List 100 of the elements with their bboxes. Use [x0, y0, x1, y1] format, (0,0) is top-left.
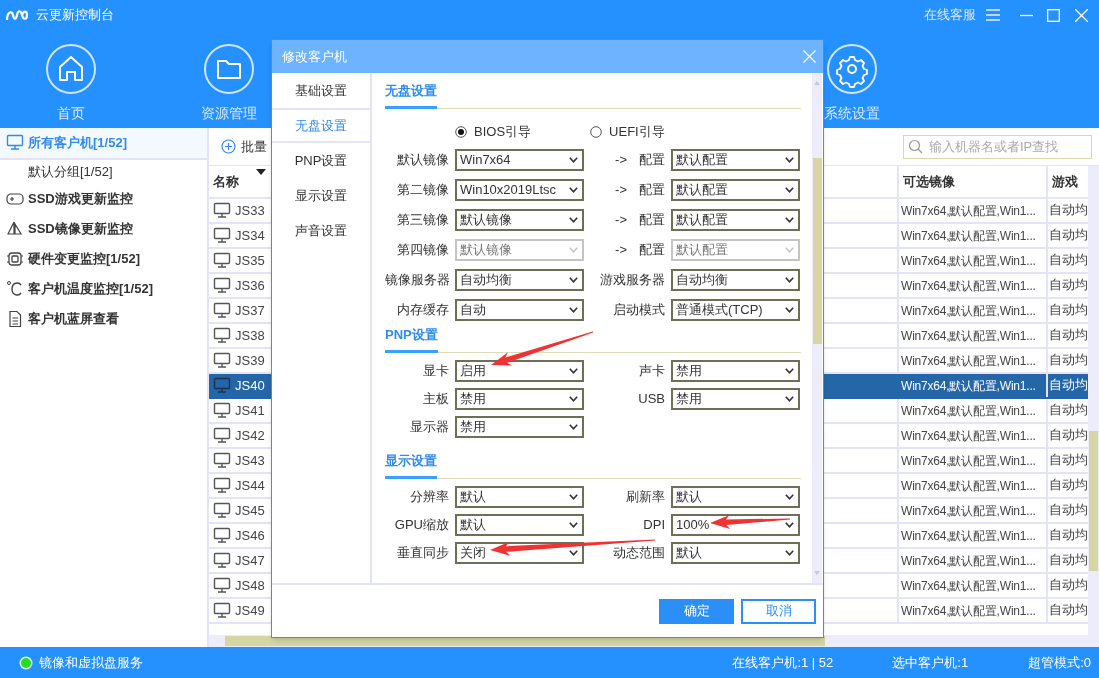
scrollbar[interactable]: [812, 73, 822, 583]
radio-button[interactable]: BIOS引导: [455, 122, 532, 142]
sidebar-item[interactable]: 默认分组[1/52]: [0, 160, 207, 184]
dialog-tab[interactable]: 基础设置: [272, 73, 370, 108]
table-cell[interactable]: 自动均: [1048, 299, 1088, 322]
table-cell[interactable]: Win7x64,默认配置,Win1...: [899, 274, 1048, 297]
table-cell[interactable]: 自动均: [1048, 574, 1088, 597]
dropdown[interactable]: 自动均衡: [455, 269, 584, 291]
table-cell[interactable]: 自动均: [1048, 349, 1088, 372]
dialog-tab[interactable]: 声音设置: [272, 213, 370, 248]
dialog-tab[interactable]: 显示设置: [272, 178, 370, 213]
nav-button[interactable]: [827, 44, 877, 94]
monitor-icon: [213, 427, 231, 444]
table-cell[interactable]: 自动均: [1048, 424, 1088, 447]
dropdown[interactable]: 默认: [455, 486, 584, 508]
dropdown[interactable]: 禁用: [671, 388, 800, 410]
dropdown[interactable]: 默认配置: [671, 179, 800, 201]
dropdown[interactable]: 禁用: [671, 360, 800, 382]
menu-icon[interactable]: [986, 9, 1000, 21]
chevron-icon: [785, 217, 794, 223]
chevron-icon: [569, 550, 578, 556]
dropdown[interactable]: 禁用: [455, 388, 584, 410]
chevron-icon: [785, 368, 794, 374]
chevron-icon: [569, 247, 578, 253]
search-field[interactable]: 输入机器名或者IP查找: [903, 134, 1092, 159]
table-cell[interactable]: 自动均: [1048, 274, 1088, 297]
radio-button[interactable]: UEFI引导: [590, 122, 665, 142]
table-cell[interactable]: Win7x64,默认配置,Win1...: [899, 249, 1048, 272]
dropdown[interactable]: 默认: [455, 514, 584, 536]
dropdown[interactable]: 启用: [455, 360, 584, 382]
section-heading: PNP设置: [385, 325, 438, 353]
table-cell[interactable]: 自动均: [1048, 499, 1088, 522]
table-cell[interactable]: 自动均: [1048, 524, 1088, 547]
table-cell[interactable]: Win7x64,默认配置,Win1...: [899, 424, 1048, 447]
table-cell[interactable]: 自动均: [1048, 324, 1088, 347]
table-cell[interactable]: Win7x64,默认配置,Win1...: [899, 474, 1048, 497]
table-cell[interactable]: 自动均: [1048, 599, 1088, 622]
dropdown[interactable]: 默认: [671, 542, 800, 564]
table-cell[interactable]: 自动均: [1048, 474, 1088, 497]
scrollbar-thumb[interactable]: [1089, 431, 1098, 571]
chevron-icon: [569, 217, 578, 223]
table-cell[interactable]: Win7x64,默认配置,Win1...: [899, 499, 1048, 522]
column-header[interactable]: 可选镜像: [899, 166, 1048, 197]
sidebar-item[interactable]: 客户机蓝屏查看: [0, 304, 207, 334]
arrow-text: ->: [615, 241, 627, 260]
dropdown[interactable]: Win7x64: [455, 149, 584, 171]
field-label: 配置: [639, 211, 665, 230]
monitor-icon: [213, 377, 231, 394]
dropdown[interactable]: 默认镜像: [455, 209, 584, 231]
table-cell[interactable]: 自动均: [1048, 224, 1088, 247]
add-icon: [221, 139, 236, 154]
table-cell[interactable]: Win7x64,默认配置,Win1...: [899, 199, 1048, 222]
table-cell[interactable]: Win7x64,默认配置,Win1...: [899, 524, 1048, 547]
dropdown[interactable]: 自动: [455, 299, 584, 321]
table-cell[interactable]: 自动均: [1048, 399, 1088, 422]
column-header[interactable]: 游戏: [1048, 166, 1088, 197]
table-cell[interactable]: 自动均: [1048, 249, 1088, 272]
close-icon[interactable]: [1075, 8, 1088, 22]
dropdown[interactable]: Win10x2019Ltsc: [455, 179, 584, 201]
table-cell[interactable]: Win7x64,默认配置,Win1...: [899, 599, 1048, 622]
chevron-icon: [785, 396, 794, 402]
table-cell[interactable]: Win7x64,默认配置,Win1...: [899, 449, 1048, 472]
dropdown[interactable]: 禁用: [455, 416, 584, 438]
table-cell[interactable]: Win7x64,默认配置,Win1...: [899, 549, 1048, 572]
sidebar-item[interactable]: 客户机温度监控[1/52]: [0, 274, 207, 304]
chevron-icon: [569, 187, 578, 193]
table-cell[interactable]: Win7x64,默认配置,Win1...: [899, 224, 1048, 247]
scrollbar-thumb[interactable]: [812, 158, 822, 344]
table-cell[interactable]: 自动均: [1048, 449, 1088, 472]
table-cell[interactable]: Win7x64,默认配置,Win1...: [899, 399, 1048, 422]
dropdown[interactable]: 默认配置: [671, 209, 800, 231]
nav-button[interactable]: [46, 44, 96, 94]
table-cell[interactable]: Win7x64,默认配置,Win1...: [899, 299, 1048, 322]
dropdown[interactable]: 默认: [671, 486, 800, 508]
cancel-button[interactable]: 取消: [741, 598, 816, 624]
maximize-icon[interactable]: [1047, 8, 1060, 22]
table-cell[interactable]: 自动均: [1048, 199, 1088, 222]
nav-button[interactable]: [204, 44, 254, 94]
batch-add-button[interactable]: 批量: [221, 136, 267, 157]
sidebar-item[interactable]: 硬件变更监控[1/52]: [0, 244, 207, 274]
table-cell[interactable]: 自动均: [1048, 374, 1088, 397]
sidebar-item[interactable]: SSD镜像更新监控: [0, 214, 207, 244]
dropdown[interactable]: 100%: [671, 514, 800, 536]
dropdown[interactable]: 自动均衡: [671, 269, 800, 291]
dropdown[interactable]: 默认配置: [671, 149, 800, 171]
dialog-tab[interactable]: 无盘设置: [272, 108, 370, 143]
dialog-tab[interactable]: PNP设置: [272, 143, 370, 178]
table-cell[interactable]: 自动均: [1048, 549, 1088, 572]
close-icon[interactable]: [803, 50, 816, 63]
table-cell[interactable]: Win7x64,默认配置,Win1...: [899, 349, 1048, 372]
status-dot-icon: [19, 655, 33, 670]
sidebar-item[interactable]: SSD游戏更新监控: [0, 184, 207, 214]
table-cell[interactable]: Win7x64,默认配置,Win1...: [899, 374, 1048, 397]
monitor-icon: [213, 202, 231, 219]
scrollbar[interactable]: [1088, 166, 1099, 635]
table-cell[interactable]: Win7x64,默认配置,Win1...: [899, 574, 1048, 597]
table-cell[interactable]: Win7x64,默认配置,Win1...: [899, 324, 1048, 347]
dropdown[interactable]: 关闭: [455, 542, 584, 564]
dropdown[interactable]: 普通模式(TCP): [671, 299, 800, 321]
chevron-icon: [785, 277, 794, 283]
